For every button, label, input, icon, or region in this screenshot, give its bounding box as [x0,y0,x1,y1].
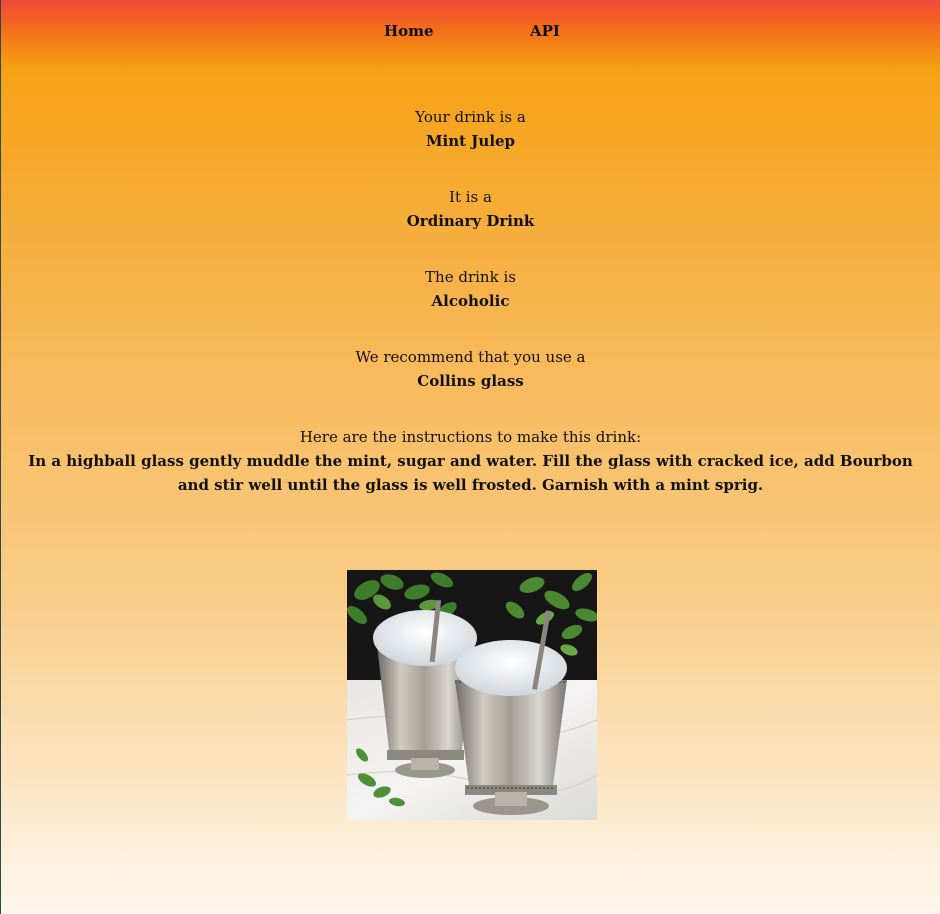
drink-instructions-label: Here are the instructions to make this d… [299,428,642,446]
drink-name: Mint Julep [425,132,516,150]
mint-julep-photo [347,570,597,820]
drink-name-block: Your drink is a Mint Julep [1,105,940,153]
nav-home-link[interactable]: Home [384,22,434,40]
drink-category: Ordinary Drink [406,212,535,230]
drink-instructions-block: Here are the instructions to make this d… [1,425,940,497]
drink-image [347,570,597,820]
drink-category-label: It is a [449,188,492,206]
drink-glass-label: We recommend that you use a [355,348,586,366]
drink-instructions: In a highball glass gently muddle the mi… [28,452,913,494]
top-nav: Home API [1,0,940,70]
drink-glass-block: We recommend that you use a Collins glas… [1,345,940,393]
nav-api-link[interactable]: API [530,22,560,40]
drink-alcoholic: Alcoholic [431,292,510,310]
drink-name-label: Your drink is a [415,108,526,126]
drink-category-block: It is a Ordinary Drink [1,185,940,233]
drink-glass: Collins glass [417,372,524,390]
drink-alcoholic-label: The drink is [425,268,516,286]
drink-alcoholic-block: The drink is Alcoholic [1,265,940,313]
